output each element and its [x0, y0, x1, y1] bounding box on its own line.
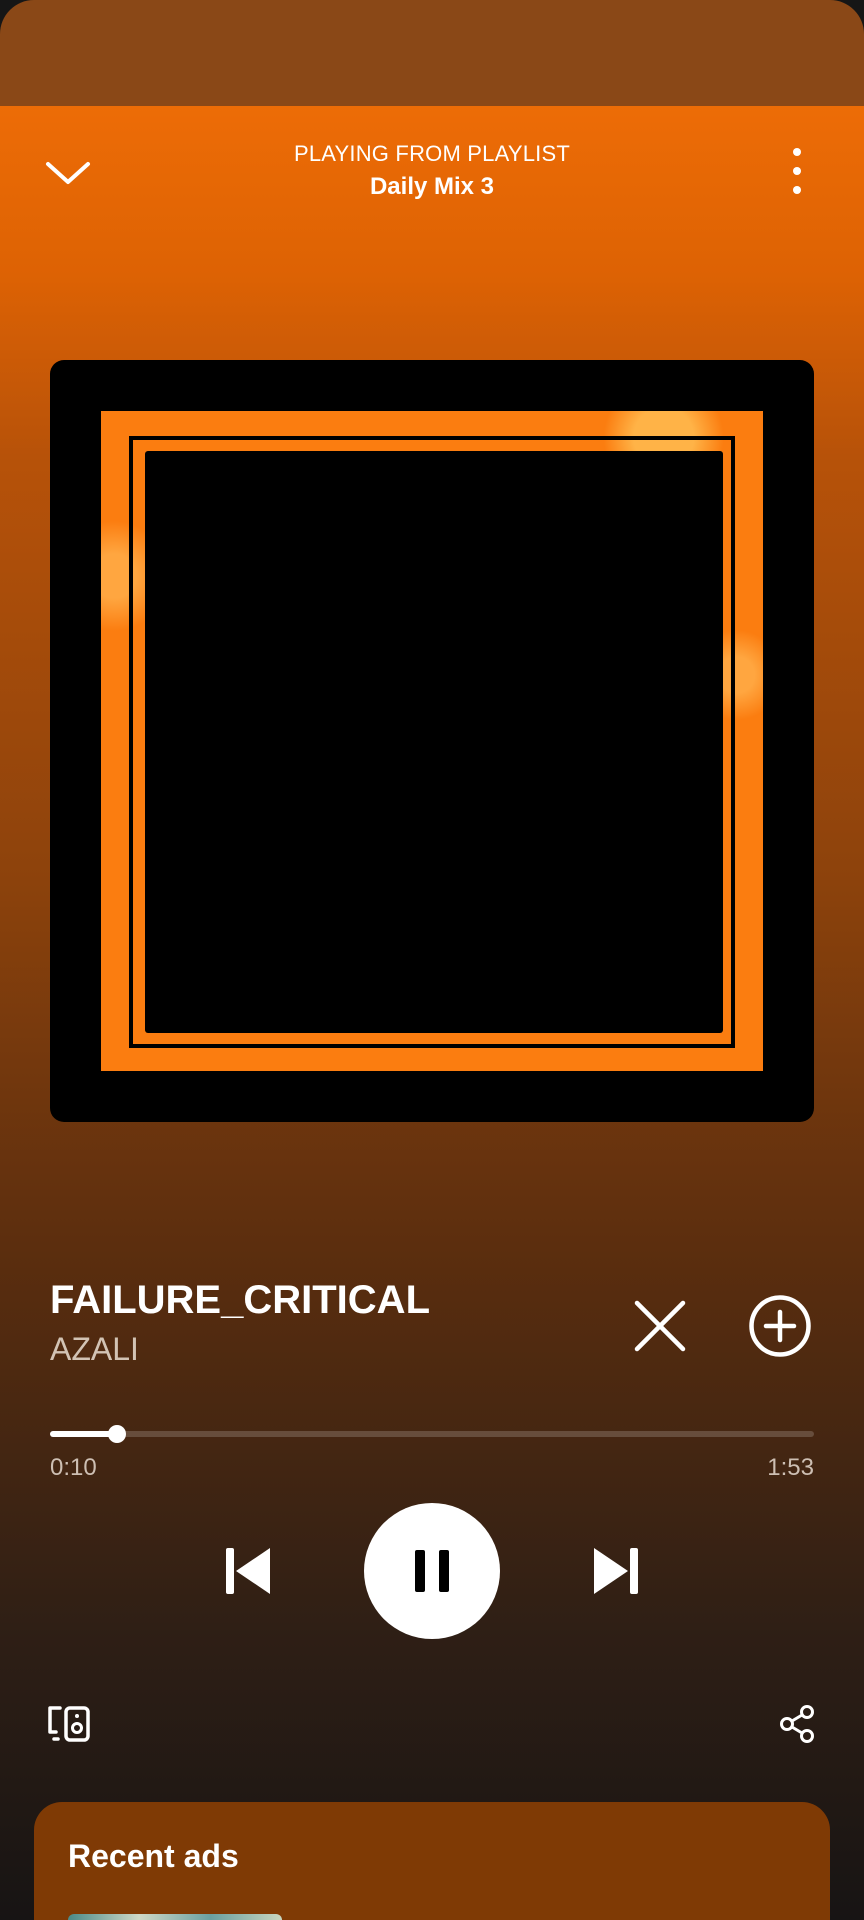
ad-thumbnail[interactable] — [68, 1914, 282, 1920]
artwork-black-panel — [145, 451, 723, 1033]
pause-icon — [415, 1550, 449, 1592]
pause-button[interactable] — [364, 1503, 500, 1639]
status-bar-area — [0, 0, 864, 106]
elapsed-time: 0:10 — [50, 1454, 97, 1481]
progress-fill — [50, 1431, 118, 1437]
artwork-orange-frame — [101, 411, 763, 1071]
artwork-border — [129, 436, 735, 1048]
album-artwork — [50, 360, 814, 1122]
skip-next-icon[interactable] — [590, 1544, 642, 1598]
playing-from-caption: PLAYING FROM PLAYLIST — [293, 141, 570, 166]
track-artist[interactable]: AZALI — [50, 1330, 139, 1368]
close-icon[interactable] — [632, 1298, 688, 1354]
add-circle-icon[interactable] — [748, 1294, 812, 1358]
progress-bar[interactable] — [50, 1425, 814, 1443]
connect-device-icon[interactable] — [46, 1704, 92, 1744]
track-title[interactable]: FAILURE_CRITICAL — [50, 1276, 430, 1324]
share-icon[interactable] — [778, 1704, 816, 1744]
chevron-down-icon[interactable] — [44, 152, 92, 192]
recent-ads-title: Recent ads — [68, 1838, 239, 1874]
playlist-context[interactable]: PLAYING FROM PLAYLIST Daily Mix 3 — [150, 140, 714, 202]
more-vertical-icon[interactable] — [782, 148, 812, 194]
skip-previous-icon[interactable] — [222, 1544, 274, 1598]
recent-ads-card[interactable]: Recent ads — [34, 1802, 830, 1920]
total-time: 1:53 — [767, 1454, 814, 1481]
playlist-name: Daily Mix 3 — [369, 173, 495, 200]
